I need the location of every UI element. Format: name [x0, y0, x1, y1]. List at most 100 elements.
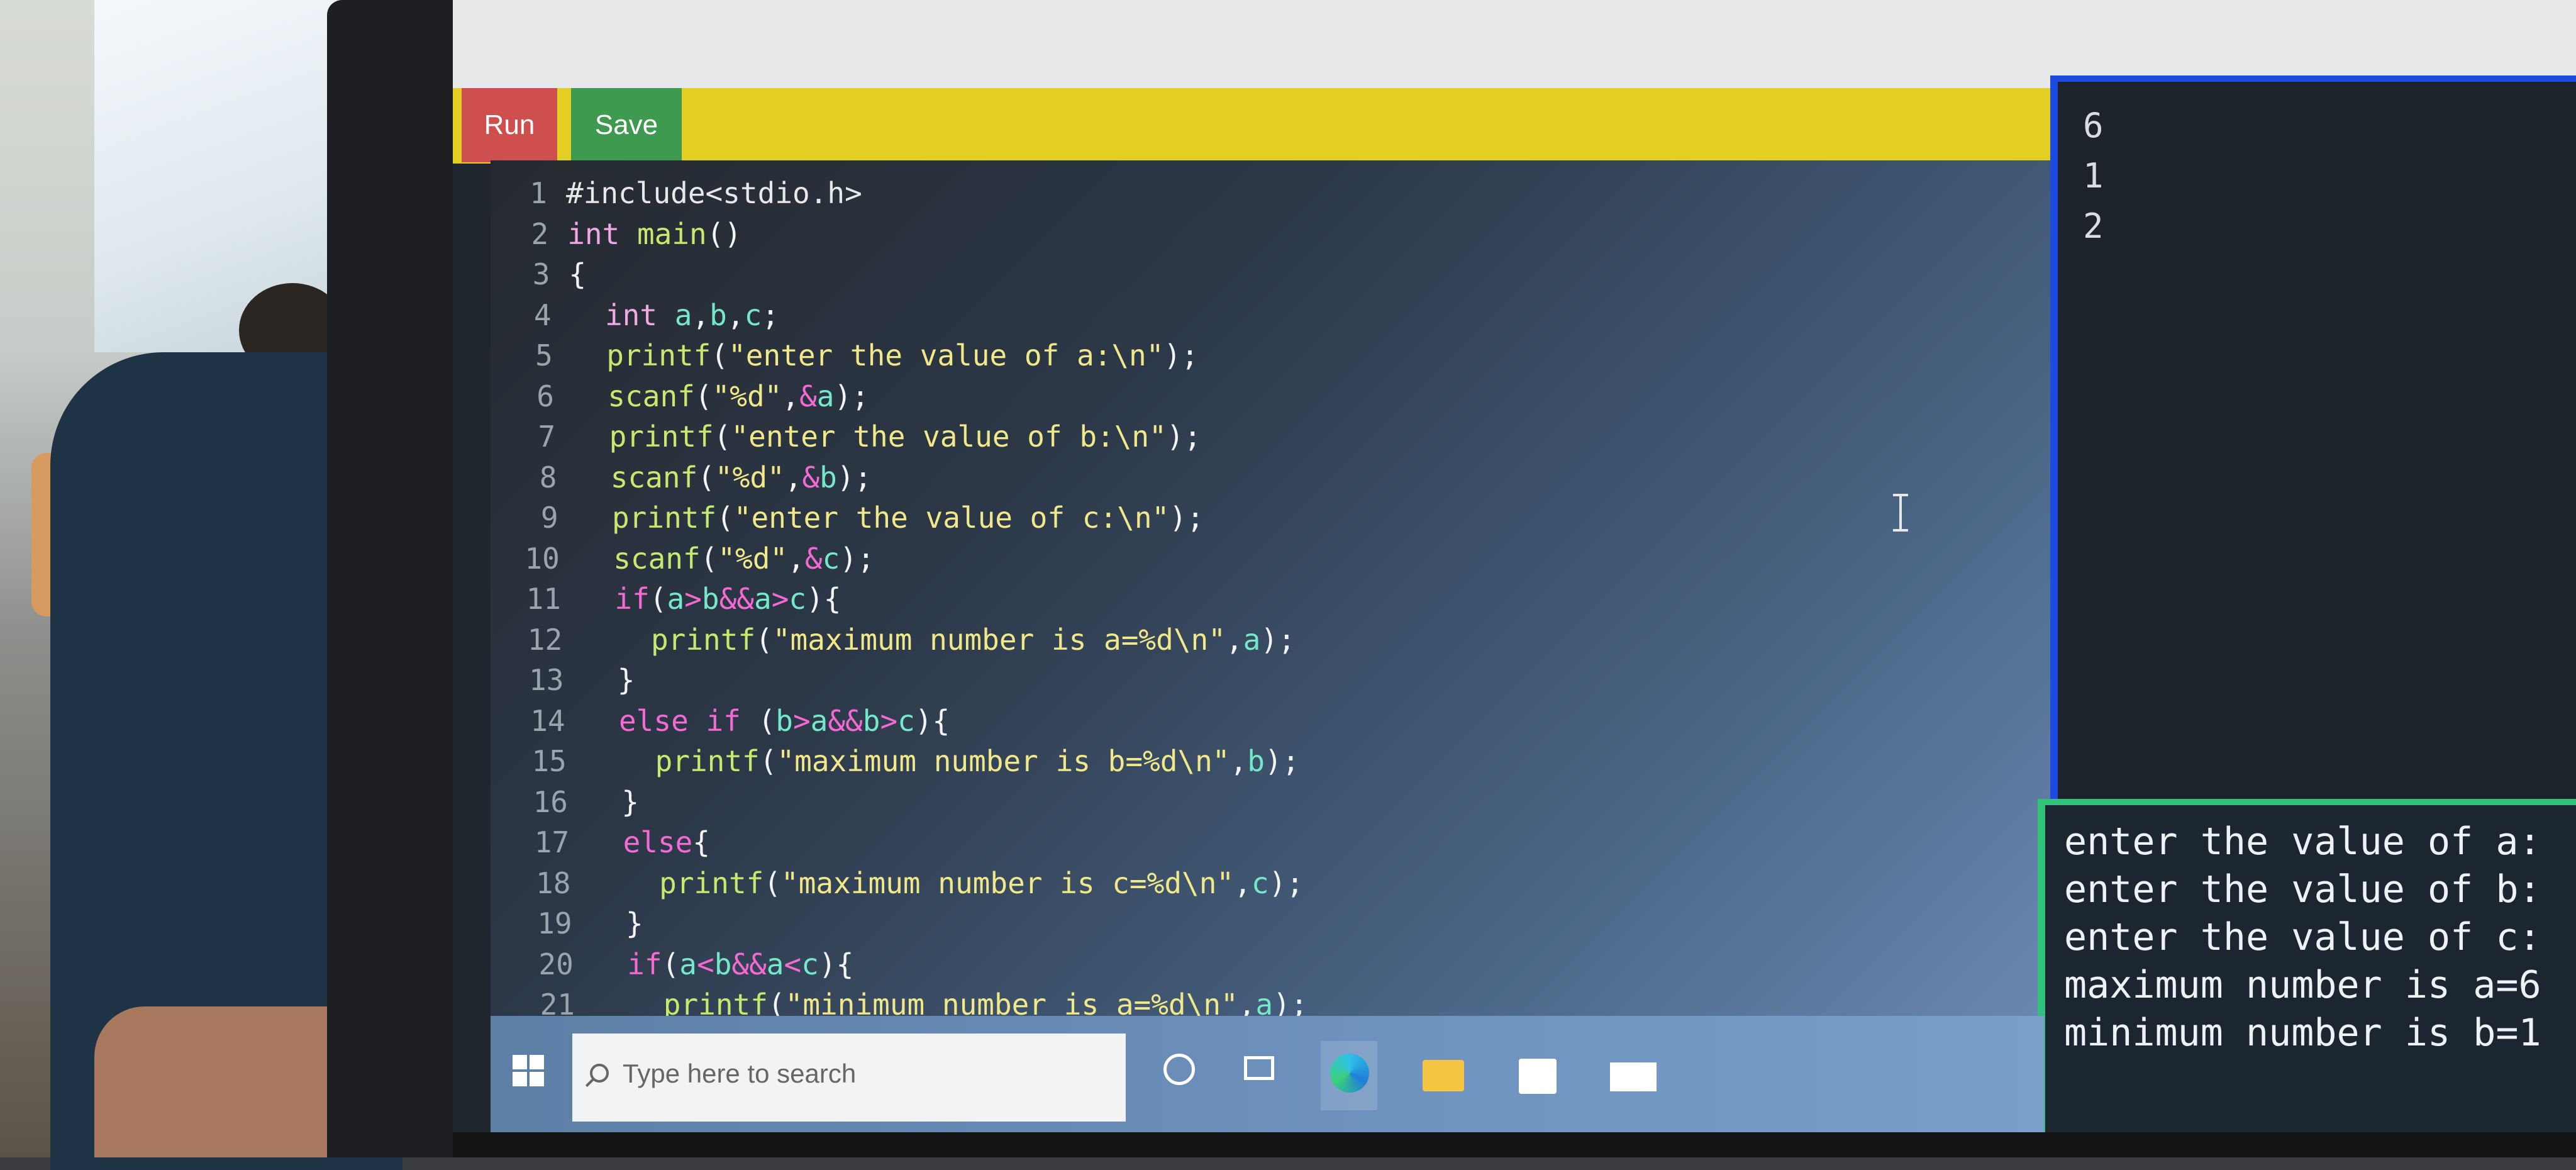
code-token: printf — [650, 622, 756, 657]
code-token: b — [701, 582, 719, 616]
code-token: ( — [694, 379, 713, 413]
code-line: 1 #include<stdio.h> — [491, 173, 862, 213]
code-token: b — [819, 460, 837, 494]
taskbar-search-box[interactable]: Type here to search — [572, 1034, 1126, 1122]
code-token: ( — [662, 947, 680, 981]
code-line: 4 int a,b,c; — [495, 295, 779, 335]
code-token: c — [1251, 866, 1269, 900]
code-token: ( — [713, 420, 731, 454]
code-token: b — [714, 947, 732, 981]
code-token: "%d" — [714, 460, 785, 494]
code-token: ); — [836, 460, 872, 494]
line-number: 10 — [525, 541, 560, 576]
code-token: c — [789, 582, 807, 616]
store-icon[interactable] — [1509, 1041, 1566, 1110]
code-token: ); — [1273, 988, 1308, 1016]
code-token: > — [684, 582, 702, 616]
line-number: 21 — [540, 988, 575, 1016]
code-token: > — [771, 582, 789, 616]
code-token: & — [802, 460, 820, 494]
code-line: 8 scanf("%d",&b); — [500, 457, 872, 498]
line-number: 9 — [540, 501, 558, 535]
code-token: ); — [1166, 420, 1202, 454]
line-number: 19 — [537, 906, 572, 940]
code-token: scanf — [608, 379, 695, 413]
code-token: & — [804, 541, 823, 576]
mail-icon[interactable] — [1604, 1041, 1660, 1110]
code-token: a — [753, 582, 772, 616]
search-placeholder: Type here to search — [623, 1059, 857, 1088]
code-token: } — [621, 784, 640, 819]
code-token: "enter the value of b:\n" — [731, 420, 1167, 454]
code-token: a — [674, 298, 692, 332]
code-token: else — [623, 825, 693, 859]
file-explorer-icon[interactable] — [1415, 1041, 1472, 1110]
code-token: ){ — [806, 582, 841, 616]
windows-start-icon[interactable] — [491, 1016, 566, 1132]
code-token: ( — [700, 541, 718, 576]
code-editor[interactable]: 1 #include<stdio.h> 2 int main() 3{4 int a,b… — [491, 160, 2075, 1016]
code-token: ; — [762, 298, 779, 332]
line-number: 7 — [538, 420, 556, 454]
code-token: a — [667, 582, 685, 616]
code-line: 3{ — [493, 254, 586, 294]
code-token: a — [1243, 622, 1261, 657]
code-token: b — [709, 298, 727, 332]
line-number: 3 — [532, 257, 550, 291]
monitor-screen: Run Save 1 #include<stdio.h> 2 int main() 3{… — [453, 0, 2576, 1132]
code-token: && — [828, 703, 863, 738]
code-token: ( — [697, 460, 715, 494]
code-token: ){ — [914, 703, 950, 738]
line-number: 6 — [536, 379, 554, 413]
code-token: ( — [649, 582, 667, 616]
code-line: 12 printf("maximum number is a=%d\n",a); — [506, 620, 1296, 660]
code-token: main — [636, 216, 707, 251]
code-token: b — [1247, 744, 1265, 778]
output-line: minimum number is b=1 — [2064, 1011, 2541, 1055]
line-number: 18 — [536, 866, 571, 900]
code-token: ( — [758, 703, 776, 738]
code-token: "enter the value of c:\n" — [733, 501, 1170, 535]
code-line: 6 scanf("%d",&a); — [497, 376, 869, 416]
run-button[interactable]: Run — [462, 88, 557, 162]
code-token: , — [1238, 988, 1256, 1016]
line-number: 11 — [526, 582, 561, 616]
code-token: if — [627, 947, 662, 981]
stdin-panel[interactable]: 6 1 2 — [2050, 75, 2576, 799]
code-line: 20 if(a<b&&a<c){ — [517, 944, 853, 984]
code-token: "%d" — [718, 541, 788, 576]
code-token: , — [726, 298, 745, 332]
cortana-icon[interactable] — [1151, 1041, 1208, 1110]
line-number: 2 — [531, 216, 549, 251]
code-lines: 1 #include<stdio.h> 2 int main() 3{4 int a,b… — [491, 160, 2075, 1016]
code-token: , — [787, 541, 805, 576]
code-token: { — [692, 825, 711, 859]
code-line: 7 printf("enter the value of b:\n"); — [499, 416, 1201, 457]
code-token: ); — [1264, 744, 1300, 778]
line-number: 13 — [529, 663, 564, 697]
code-line: 15 printf("maximum number is b=%d\n",b); — [510, 741, 1300, 781]
code-token: a — [810, 703, 828, 738]
code-token: a — [816, 379, 835, 413]
code-token: ( — [759, 744, 777, 778]
code-token: () — [706, 216, 742, 251]
code-line: 17 else{ — [513, 822, 710, 862]
code-token: { — [569, 257, 587, 291]
code-token: "minimum number is a=%d\n" — [785, 988, 1238, 1016]
line-number: 5 — [535, 338, 553, 372]
code-token: a — [766, 947, 784, 981]
code-token: "enter the value of a:\n" — [728, 338, 1164, 372]
save-button[interactable]: Save — [571, 88, 682, 162]
code-token: ); — [1260, 622, 1296, 657]
code-token: ( — [763, 866, 782, 900]
task-view-icon[interactable] — [1233, 1041, 1289, 1110]
output-line: enter the value of b: — [2064, 867, 2541, 911]
code-token: if — [614, 582, 650, 616]
output-lines: enter the value of a: enter the value of … — [2064, 818, 2541, 1057]
code-line: 2 int main() — [492, 214, 741, 254]
edge-icon[interactable] — [1321, 1041, 1377, 1110]
stdin-lines: 6 1 2 — [2083, 101, 2104, 252]
line-number: 8 — [539, 460, 557, 494]
text-cursor-icon — [1893, 494, 1908, 532]
line-number: 15 — [531, 744, 567, 778]
